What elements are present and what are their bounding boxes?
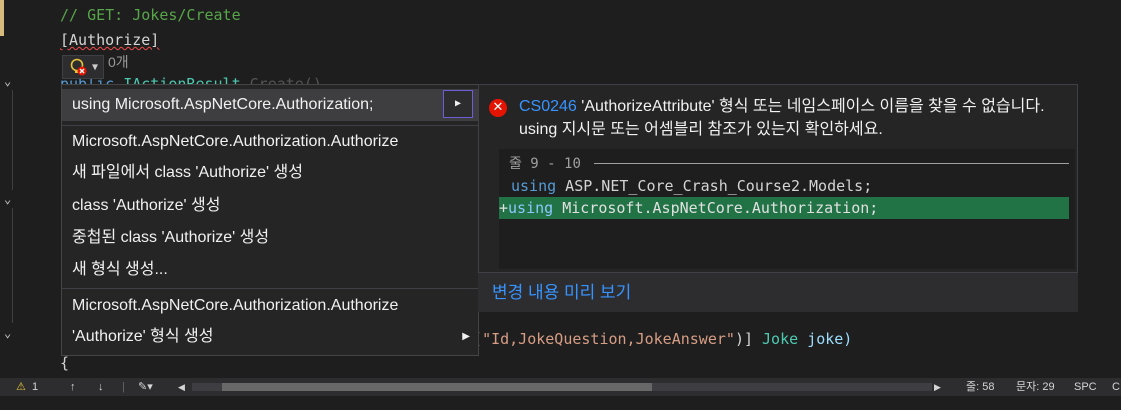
code-attribute: [Authorize] — [60, 29, 159, 51]
menu-item-fully-qualify-2[interactable]: Microsoft.AspNetCore.Authorization.Autho… — [62, 290, 478, 322]
menu-separator — [62, 288, 478, 289]
nav-up-icon[interactable]: ↑ — [70, 378, 76, 396]
quick-actions-menu: using Microsoft.AspNetCore.Authorization… — [61, 84, 479, 356]
scroll-left-icon[interactable]: ◀ — [178, 378, 185, 396]
error-icon: ✕ — [489, 99, 507, 117]
warning-icon[interactable]: ⚠ — [16, 378, 26, 396]
preview-changes-link[interactable]: 변경 내용 미리 보기 — [478, 272, 1078, 312]
spacing-indicator[interactable]: SPC — [1074, 378, 1097, 396]
code-bind-line: d("Id,JokeQuestion,JokeAnswer")] Joke jo… — [464, 330, 853, 348]
dropdown-arrow-icon: ▼ — [91, 61, 99, 73]
authorize-attribute[interactable]: [Authorize] — [60, 31, 159, 49]
quick-actions-lightbulb[interactable]: ▼ — [62, 55, 104, 79]
code-comment: // GET: Jokes/Create — [60, 6, 241, 24]
diff-preview: 줄 9 - 10 using ASP.NET_Core_Crash_Course… — [499, 149, 1075, 269]
fold-chevron-icon[interactable]: ⌄ — [4, 326, 18, 340]
submenu-expand-button[interactable]: ▶ — [443, 90, 473, 118]
error-code[interactable]: CS0246 — [519, 98, 577, 115]
menu-item-generate-class-new-file[interactable]: 새 파일에서 class 'Authorize' 생성 — [62, 157, 478, 189]
diff-header: 줄 9 - 10 — [509, 156, 581, 172]
menu-item-fully-qualify[interactable]: Microsoft.AspNetCore.Authorization.Autho… — [62, 126, 478, 158]
reference-count[interactable]: 0개 — [108, 51, 129, 73]
nav-down-icon[interactable]: ↓ — [98, 378, 104, 396]
menu-item-add-using[interactable]: using Microsoft.AspNetCore.Authorization… — [62, 89, 478, 121]
warning-count[interactable]: 1 — [32, 378, 38, 396]
menu-item-generate-new-type[interactable]: 새 형식 생성... — [62, 254, 478, 286]
line-number[interactable]: 줄: 58 — [966, 378, 994, 396]
char-number[interactable]: 문자: 29 — [1016, 378, 1055, 396]
indent-guide — [12, 90, 13, 190]
diff-added-line: +using Microsoft.AspNetCore.Authorizatio… — [499, 197, 1069, 219]
status-bar: ⚠ 1 ↑ ↓ | ✎▾ ◀ ▶ 줄: 58 문자: 29 SPC C — [0, 378, 1121, 396]
line-ending-indicator[interactable]: C — [1112, 378, 1120, 396]
fold-chevron-icon[interactable]: ⌄ — [4, 192, 18, 206]
divider: | — [122, 381, 125, 393]
submenu-arrow-icon: ▶ — [462, 331, 470, 342]
chevron-right-icon: ▶ — [454, 98, 462, 109]
code-cleanup-icon[interactable]: ✎▾ — [138, 378, 153, 396]
menu-item-generate-nested-class[interactable]: 중첩된 class 'Authorize' 생성 — [62, 222, 478, 254]
fold-chevron-icon[interactable]: ⌄ — [4, 74, 18, 88]
diff-rule — [594, 163, 1069, 164]
error-description: CS0246 'AuthorizeAttribute' 형식 또는 네임스페이스… — [519, 98, 1045, 138]
change-marker — [0, 0, 4, 36]
lightbulb-error-icon — [70, 58, 87, 76]
editor-gutter: ⌄ ⌄ ⌄ — [0, 0, 30, 378]
menu-item-generate-type[interactable]: 'Authorize' 형식 생성 ▶ — [62, 321, 478, 353]
menu-item-generate-class[interactable]: class 'Authorize' 생성 — [62, 190, 478, 222]
diff-context-line: using ASP.NET_Core_Crash_Course2.Models; — [511, 177, 873, 195]
scroll-right-icon[interactable]: ▶ — [934, 378, 941, 396]
bottom-strip — [0, 396, 1121, 410]
horizontal-scrollbar-thumb[interactable] — [222, 383, 652, 391]
indent-guide — [12, 208, 13, 323]
